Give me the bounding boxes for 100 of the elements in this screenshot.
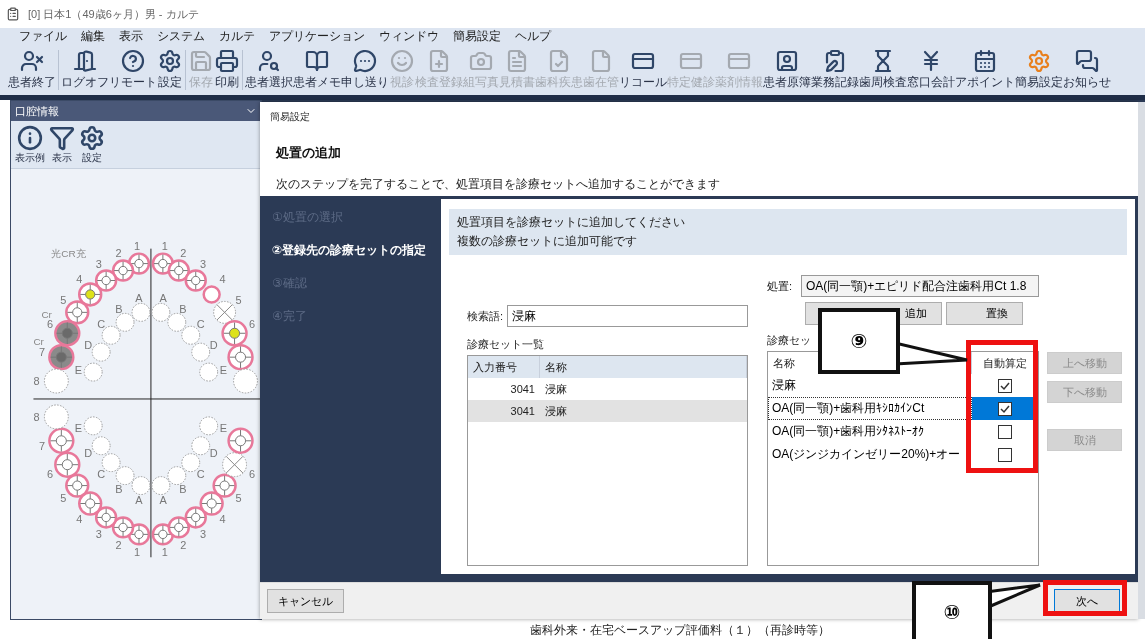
action-button[interactable]: 置換 [946, 302, 1023, 325]
tooth-number: 8 [33, 410, 40, 423]
panel-tool-button[interactable]: 表示例 [15, 125, 45, 165]
search-label: 検索語: [467, 308, 504, 324]
next-button[interactable]: 次へ [1054, 589, 1120, 613]
primary-tooth [167, 312, 187, 332]
tooth-annotation: 光CR充 [51, 247, 86, 259]
clipboard-icon [823, 49, 847, 73]
clipboard-icon [6, 7, 20, 21]
menu-item[interactable]: ウィンドウ [372, 28, 446, 45]
menu-item[interactable]: アプリケーション [262, 28, 372, 45]
checkbox[interactable] [998, 447, 1012, 462]
primary-tooth [91, 436, 111, 456]
search-field[interactable]: 浸麻 [507, 305, 748, 327]
tooth-letter: E [219, 364, 228, 377]
document-icon [505, 49, 529, 73]
list-title: 診療セッ [767, 333, 811, 348]
tooth [48, 343, 75, 371]
toolbar-button[interactable]: 窓口会計 [907, 49, 955, 91]
tooth-number: 7 [39, 439, 46, 452]
toolbar-button[interactable]: 患者終了 [8, 49, 56, 91]
tooth [43, 368, 69, 394]
camera-icon [469, 49, 493, 73]
tooth-letter: B [115, 483, 123, 496]
toolbar-button[interactable]: リモート [109, 49, 157, 91]
checkbox[interactable] [998, 424, 1012, 439]
toolbar-button[interactable]: アポイント [955, 49, 1015, 91]
door-icon [73, 49, 97, 73]
settings-icon [79, 125, 105, 151]
tooth-letter: A [135, 494, 143, 507]
tooth [54, 451, 81, 478]
primary-tooth [199, 416, 219, 436]
toolbar-button[interactable]: 申し送り [341, 49, 389, 91]
toolbar-button[interactable]: 印刷 [214, 49, 240, 91]
primary-tooth [115, 312, 135, 332]
tooth-number: 5 [60, 492, 67, 505]
dialog-description: 次のステップを完了することで、処置項目を診療セットへ追加することができます [275, 176, 721, 193]
list-item[interactable]: OA(同一顎)+歯科用ｼﾀﾈｽﾄｰｵｸ [768, 420, 972, 443]
help-icon [121, 49, 145, 73]
document-check-icon [547, 49, 571, 73]
menu-item[interactable]: ヘルプ [508, 28, 558, 45]
list-item[interactable]: OA(ジンジカインゼリー20%)+オー [768, 443, 972, 466]
menu-item[interactable]: カルテ [212, 28, 262, 45]
menu-item[interactable]: 表示 [112, 28, 150, 45]
menu-item[interactable]: ファイル [12, 28, 74, 45]
cancel-button[interactable]: キャンセル [267, 589, 344, 613]
list-item[interactable]: OA(同一顎)+歯科用ｷｼﾛｶｲﾝCt [768, 397, 972, 420]
primary-tooth [115, 466, 135, 486]
primary-tooth [199, 362, 219, 382]
treatment-field[interactable]: OA(同一顎)+エピリド配合注歯科用Ct 1.8 [801, 275, 1039, 297]
background-text: 歯科外来・在宅ベースアップ評価料（１）（再診時等） [529, 622, 831, 639]
list-item[interactable]: 浸麻 [768, 374, 972, 397]
tooth-number: 4 [219, 273, 226, 285]
primary-tooth [167, 466, 187, 486]
user-search-icon [257, 49, 281, 73]
table-row[interactable]: 3041 浸麻 [468, 400, 747, 422]
file-icon [589, 49, 613, 73]
toolbar-button[interactable]: 患者メモ [293, 49, 341, 91]
dialog-heading: 処置の追加 [275, 144, 342, 162]
tooth-letter: B [179, 483, 187, 496]
user-card-icon [775, 49, 799, 73]
tooth-letter: A [159, 494, 167, 507]
tooth [222, 452, 247, 478]
tooth-number: 2 [115, 538, 122, 551]
checkbox[interactable] [998, 378, 1012, 393]
tooth-number: 6 [248, 317, 255, 330]
tooth-letter: B [115, 302, 123, 315]
tooth-number: 4 [219, 512, 226, 525]
list-title: 診療セット一覧 [467, 337, 545, 352]
settings-icon [158, 49, 182, 73]
toolbar-button[interactable]: 業務記録 [811, 49, 859, 91]
tooth-letter: D [209, 338, 218, 351]
panel-tool-button[interactable]: 表示 [49, 125, 75, 165]
tooth-number: 7 [39, 346, 46, 359]
toolbar-button[interactable]: お知らせ [1063, 49, 1111, 91]
toolbar-button[interactable]: 歯周検査 [859, 49, 907, 91]
tooth-number: 5 [235, 492, 242, 505]
checkbox[interactable] [998, 401, 1012, 416]
primary-tooth [83, 416, 103, 436]
panel-tool-button[interactable]: 設定 [79, 125, 105, 165]
tooth [43, 404, 69, 430]
tooth-number: 1 [134, 546, 141, 559]
callout-tooltip: ⑨ [818, 308, 900, 374]
toolbar-button[interactable]: 患者選択 [245, 49, 293, 91]
tooth-letter: A [159, 291, 167, 304]
toolbar-button[interactable]: 患者原簿 [763, 49, 811, 91]
menu-item[interactable]: 編集 [74, 28, 112, 45]
toolbar-button[interactable]: 簡易設定 [1015, 49, 1063, 91]
tooth-letter: B [179, 302, 187, 315]
file-plus-icon [427, 49, 451, 73]
toolbar-button[interactable]: 設定 [157, 49, 183, 91]
instruction-text: 処置項目を診療セットに追加してください [457, 214, 686, 231]
info-icon [17, 125, 43, 151]
tooth-letter: C [97, 467, 106, 480]
menu-item[interactable]: 簡易設定 [446, 28, 508, 45]
menu-item[interactable]: システム [150, 28, 212, 45]
primary-tooth [151, 476, 171, 496]
toolbar-button[interactable]: リコール [619, 49, 667, 91]
tooth-number: 3 [95, 258, 102, 271]
toolbar-button[interactable]: ログオフ [61, 49, 109, 91]
